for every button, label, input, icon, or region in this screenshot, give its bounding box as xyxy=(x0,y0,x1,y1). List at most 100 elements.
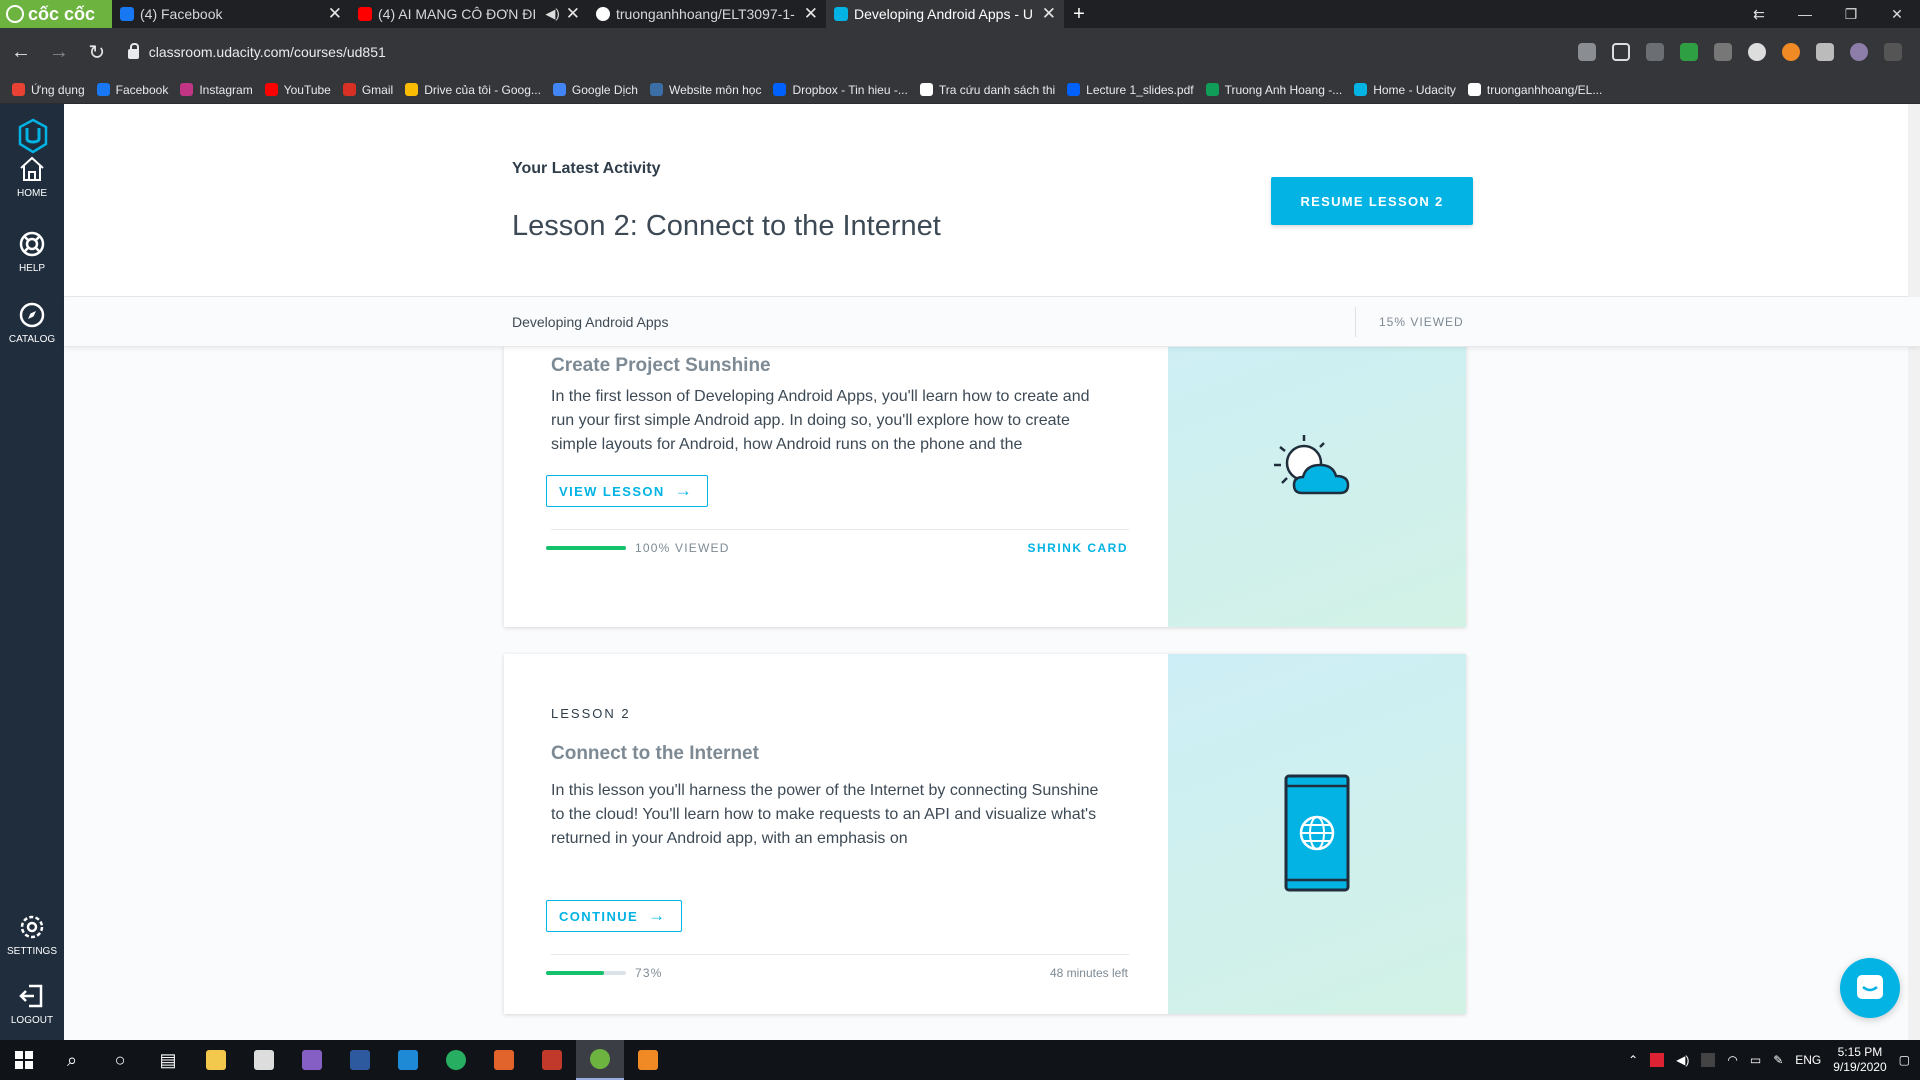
address-bar[interactable]: classroom.udacity.com/courses/ud851 xyxy=(127,35,1578,69)
sidebar-item-help[interactable]: HELP xyxy=(0,229,64,274)
clock[interactable]: 5:15 PM 9/19/2020 xyxy=(1833,1045,1886,1075)
sidebar-item-home[interactable]: HOME xyxy=(0,154,64,199)
tab-title: (4) Facebook xyxy=(140,6,223,22)
view-lesson-button[interactable]: VIEW LESSON → xyxy=(546,475,709,507)
matlab-icon[interactable] xyxy=(480,1040,528,1080)
lesson-title[interactable]: Create Project Sunshine xyxy=(551,355,771,377)
task-view-icon[interactable]: ▤ xyxy=(144,1040,192,1080)
bookmark-item[interactable]: Tra cứu danh sách thi xyxy=(919,82,1056,97)
tab-youtube[interactable]: (4) AI MANG CÔ ĐƠN ĐI ◀) ✕ xyxy=(350,0,588,28)
volume-icon[interactable]: ◀) xyxy=(1676,1053,1689,1067)
devcpp-icon[interactable] xyxy=(336,1040,384,1080)
lesson-list: Create Project Sunshine In the first les… xyxy=(64,347,1920,1040)
system-tray: ⌃ ◀) ◠ ▭ ✎ ENG 5:15 PM 9/19/2020 ▢ xyxy=(1628,1045,1920,1075)
bookmark-item[interactable]: Dropbox - Tin hieu -... xyxy=(773,82,908,97)
back-button[interactable]: ← xyxy=(4,34,38,70)
visual-studio-icon[interactable] xyxy=(288,1040,336,1080)
lesson-number-label: LESSON 2 xyxy=(551,706,631,721)
battery-icon[interactable]: ▭ xyxy=(1750,1053,1761,1067)
start-button[interactable] xyxy=(0,1040,48,1080)
clock-date: 9/19/2020 xyxy=(1833,1060,1887,1074)
continue-button[interactable]: CONTINUE → xyxy=(546,900,682,932)
close-icon[interactable]: ✕ xyxy=(804,4,818,24)
bookmark-label: Facebook xyxy=(115,82,169,97)
new-tab-button[interactable]: + xyxy=(1064,0,1094,28)
minimize-button[interactable]: — xyxy=(1782,6,1828,22)
close-icon[interactable]: ✕ xyxy=(328,4,342,24)
download-status-icon[interactable] xyxy=(1884,43,1903,61)
lesson-title[interactable]: Connect to the Internet xyxy=(551,743,759,765)
bookmark-label: Tra cứu danh sách thi xyxy=(938,82,1056,97)
bookmark-favicon-icon xyxy=(180,83,194,96)
tab-search-icon[interactable]: ⇇ xyxy=(1736,6,1782,23)
bookmark-item[interactable]: Truong Anh Hoang -... xyxy=(1205,83,1342,97)
bookmark-favicon-icon xyxy=(552,83,566,96)
search-icon[interactable]: ⌕ xyxy=(48,1040,96,1080)
tab-udacity[interactable]: Developing Android Apps - U ✕ xyxy=(826,0,1064,28)
app-icon[interactable] xyxy=(528,1040,576,1080)
close-icon[interactable]: ✕ xyxy=(566,4,580,24)
bookmark-item[interactable]: Facebook xyxy=(96,82,169,97)
antivirus-icon[interactable] xyxy=(1650,1053,1665,1067)
speaker-icon[interactable]: ◀) xyxy=(545,6,559,22)
compass-icon xyxy=(19,302,45,328)
cortana-icon[interactable]: ○ xyxy=(96,1040,144,1080)
app-icon[interactable] xyxy=(432,1040,480,1080)
coccoc-menu-button[interactable]: cốc cốc xyxy=(0,0,112,28)
gear-icon xyxy=(20,915,44,939)
translate-icon[interactable] xyxy=(1578,43,1597,61)
bookmark-item[interactable]: Home - Udacity xyxy=(1354,83,1456,97)
tab-github[interactable]: truonganhhoang/ELT3097-1- ✕ xyxy=(588,0,826,28)
page-scrollbar[interactable] xyxy=(1908,104,1920,1040)
arrow-right-icon: → xyxy=(674,481,694,500)
sidebar-item-catalog[interactable]: CATALOG xyxy=(0,300,64,345)
reload-button[interactable]: ↻ xyxy=(80,34,114,70)
file-explorer-icon[interactable] xyxy=(192,1040,240,1080)
bookmark-item[interactable]: Lecture 1_slides.pdf xyxy=(1067,83,1194,97)
sidebar-item-settings[interactable]: SETTINGS xyxy=(0,912,64,957)
forward-button[interactable]: → xyxy=(42,34,76,70)
resume-lesson-button[interactable]: RESUME LESSON 2 xyxy=(1271,177,1473,225)
star-icon[interactable] xyxy=(1612,43,1631,61)
lesson-progress-bar xyxy=(546,546,626,550)
notification-icon[interactable]: ▢ xyxy=(1899,1053,1910,1067)
close-icon[interactable]: ✕ xyxy=(1042,4,1056,24)
tab-facebook[interactable]: (4) Facebook ✕ xyxy=(112,0,350,28)
extension-icon[interactable] xyxy=(1646,43,1665,61)
lesson-card: Create Project Sunshine In the first les… xyxy=(504,347,1466,627)
bookmark-item[interactable]: YouTube xyxy=(264,83,331,97)
app-icon[interactable] xyxy=(624,1040,672,1080)
download-icon[interactable] xyxy=(1680,43,1699,61)
profile-avatar[interactable] xyxy=(1850,43,1869,61)
app-tray-icon[interactable] xyxy=(1701,1053,1716,1067)
bookmark-item[interactable]: Ứng dụng xyxy=(12,83,85,97)
shrink-card-button[interactable]: SHRINK CARD xyxy=(1028,541,1129,555)
language-indicator[interactable]: ENG xyxy=(1795,1053,1821,1067)
udacity-logo-icon[interactable] xyxy=(18,118,48,154)
bookmark-item[interactable]: Google Dịch xyxy=(552,83,638,97)
bookmark-item[interactable]: Drive của tôi - Goog... xyxy=(405,83,541,97)
playlist-icon[interactable] xyxy=(1816,43,1835,61)
bookmark-item[interactable]: Instagram xyxy=(180,82,253,97)
pen-icon[interactable]: ✎ xyxy=(1773,1053,1783,1067)
extension-icon[interactable] xyxy=(1748,43,1767,61)
bookmark-item[interactable]: Gmail xyxy=(342,83,393,97)
extension-icon[interactable] xyxy=(1782,43,1801,61)
brand-name: cốc cốc xyxy=(28,3,96,24)
bookmark-item[interactable]: Website môn học xyxy=(649,83,761,97)
coccoc-taskbar-icon[interactable] xyxy=(576,1040,624,1080)
close-window-button[interactable]: ✕ xyxy=(1874,6,1920,23)
chevron-up-icon[interactable]: ⌃ xyxy=(1628,1053,1638,1067)
sidebar-item-logout[interactable]: LOGOUT xyxy=(0,981,64,1026)
bookmark-item[interactable]: truonganhhoang/EL... xyxy=(1467,83,1602,97)
wifi-icon[interactable]: ◠ xyxy=(1727,1053,1737,1067)
bookmark-label: Instagram xyxy=(199,82,253,97)
restore-button[interactable]: ❐ xyxy=(1828,6,1874,23)
divider xyxy=(1355,307,1356,337)
chat-support-button[interactable] xyxy=(1840,958,1900,1018)
store-icon[interactable] xyxy=(240,1040,288,1080)
extension-icon[interactable] xyxy=(1714,43,1733,61)
bookmark-label: Dropbox - Tin hieu -... xyxy=(792,82,908,97)
vscode-icon[interactable] xyxy=(384,1040,432,1080)
bookmark-label: Drive của tôi - Goog... xyxy=(424,82,541,97)
